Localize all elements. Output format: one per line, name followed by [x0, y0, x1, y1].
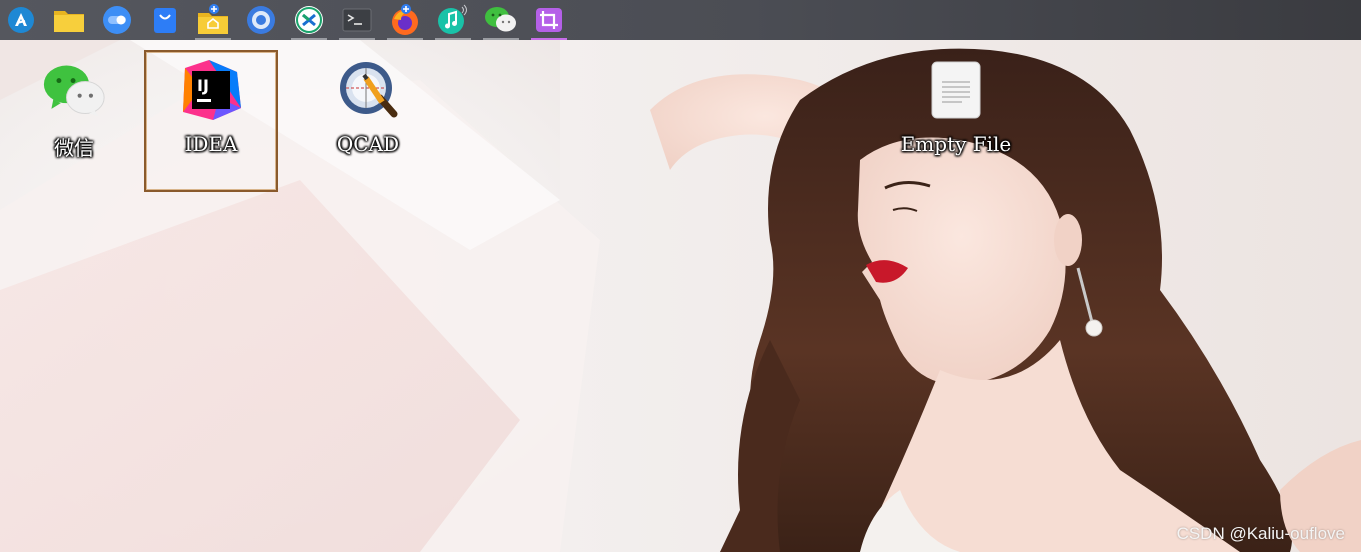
desktop-icon-label: 微信: [54, 136, 94, 160]
taskbar-terminal[interactable]: [337, 0, 377, 40]
desktop-icon-idea[interactable]: IJ IDEA: [144, 50, 278, 192]
taskbar-music[interactable]: [433, 0, 473, 40]
svg-text:IJ: IJ: [197, 76, 209, 95]
music-icon: [438, 4, 467, 34]
launcher-icon: [8, 7, 34, 33]
taskbar-firefox[interactable]: [385, 0, 425, 40]
wechat-icon: [485, 7, 516, 32]
desktop-icon-label: Empty File: [900, 132, 1012, 156]
taskbar-file-manager[interactable]: [49, 0, 89, 40]
terminal-icon: [342, 8, 372, 32]
taskbar-launcher[interactable]: [1, 0, 41, 40]
browser-icon: [247, 6, 275, 34]
firefox-icon: [392, 4, 418, 35]
desktop-icon-wechat[interactable]: 微信: [8, 52, 140, 192]
home-folder-icon: [198, 4, 228, 34]
screenshot-icon: [536, 8, 562, 32]
taskbar-app-store[interactable]: [145, 0, 185, 40]
taskbar-home-folder[interactable]: [193, 0, 233, 40]
file-manager-icon: [54, 11, 84, 32]
desktop-icon-qcad[interactable]: QCAD: [302, 52, 434, 192]
qcad-icon: [336, 58, 400, 122]
app-store-icon: [154, 8, 176, 33]
empty-file-icon: [924, 58, 988, 122]
control-center-icon: [103, 6, 131, 34]
taskbar-screenshot[interactable]: [529, 0, 569, 40]
desktop-icon-empty-file[interactable]: Empty File: [890, 52, 1022, 192]
taskbar-wechat[interactable]: [481, 0, 521, 40]
taskbar-remote-desktop[interactable]: [289, 0, 329, 40]
remote-desktop-icon: [295, 6, 323, 34]
watermark: CSDN @Kaliu-ouflove: [1176, 524, 1345, 543]
taskbar-browser[interactable]: [241, 0, 281, 40]
desktop-screen: 微信 IJ IDEA QCAD Empty File CSDN @Kaliu-o…: [0, 0, 1361, 552]
intellij-idea-icon: IJ: [179, 58, 243, 122]
taskbar-control-center[interactable]: [97, 0, 137, 40]
wechat-icon: [42, 58, 106, 122]
desktop-icon-label: IDEA: [184, 132, 238, 156]
desktop-icon-label: QCAD: [336, 132, 400, 156]
taskbar: [0, 0, 1361, 40]
